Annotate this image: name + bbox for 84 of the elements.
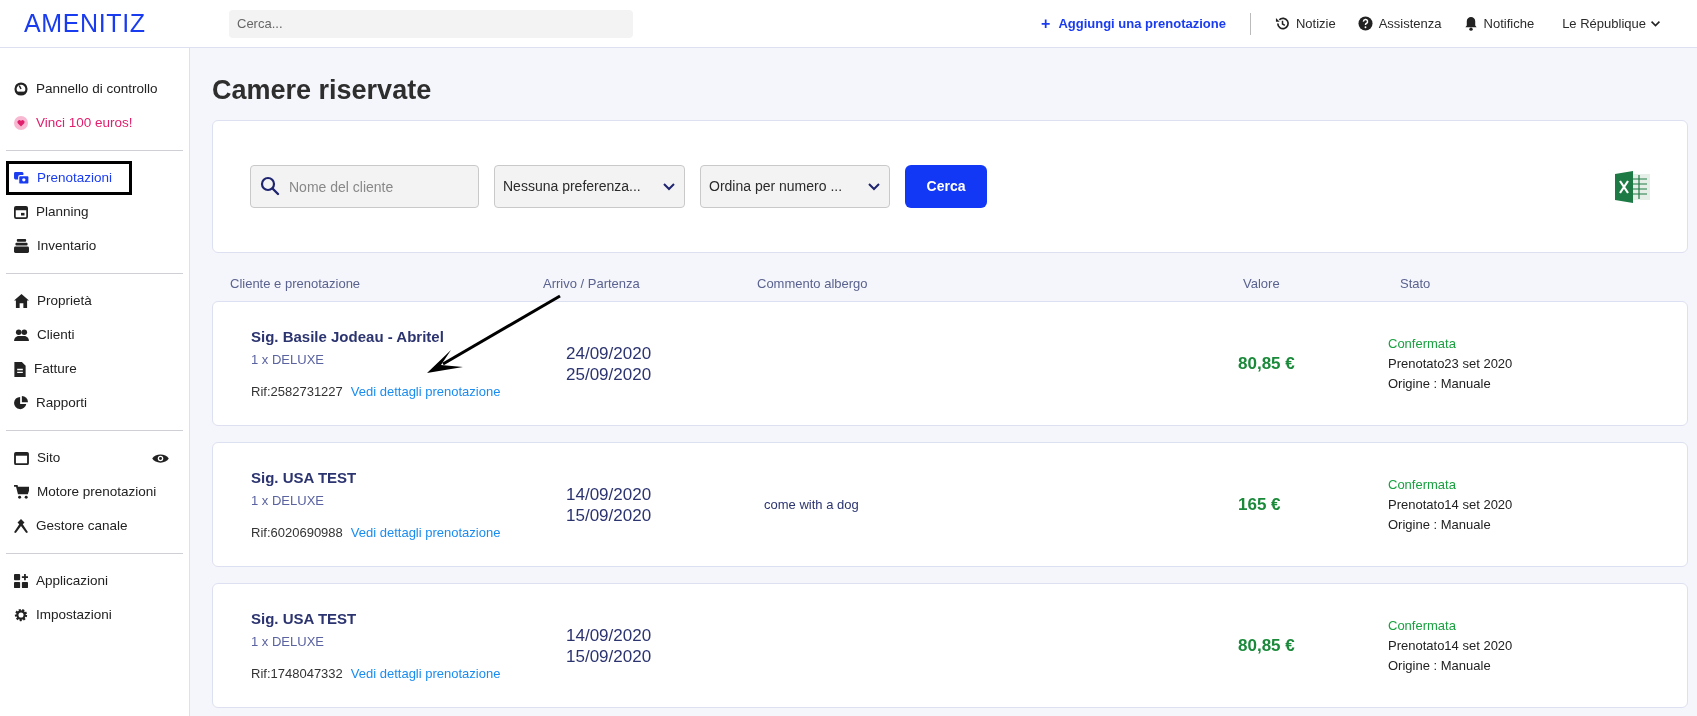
booking-origin: Origine : Manuale <box>1388 515 1492 534</box>
search-button[interactable]: Cerca <box>905 165 987 208</box>
room-type: 1 x DELUXE <box>251 633 325 652</box>
bell-icon <box>1463 16 1478 31</box>
sidebar-item[interactable]: Proprietà <box>6 284 183 318</box>
sidebar-item[interactable]: Prenotazioni <box>6 161 132 195</box>
sidebar-item[interactable]: Planning <box>6 195 183 229</box>
room-type: 1 x DELUXE <box>251 492 325 511</box>
stack-icon <box>14 239 29 253</box>
departure-date: 15/09/2020 <box>566 645 653 667</box>
spreadsheet-export-icon[interactable] <box>1615 170 1651 203</box>
sidebar-item[interactable]: Inventario <box>6 229 183 263</box>
sort-dropdown[interactable]: Ordina per numero ... <box>700 165 890 208</box>
departure-date: 25/09/2020 <box>566 363 653 385</box>
users-icon <box>14 328 29 342</box>
booking-status: Confermata <box>1388 334 1457 353</box>
client-search-field[interactable]: Nome del cliente <box>250 165 479 208</box>
booked-date: Prenotato23 set 2020 <box>1388 354 1514 373</box>
cart-icon <box>14 485 29 499</box>
home-icon <box>14 294 29 308</box>
chevron-down-icon <box>867 181 881 192</box>
guest-name: Sig. USA TEST <box>251 608 358 629</box>
booking-reference: Rif:1748047332 <box>251 664 343 683</box>
sidebar-item[interactable]: Rapporti <box>6 386 183 420</box>
room-type: 1 x DELUXE <box>251 351 325 370</box>
booking-value: 165 € <box>1238 493 1282 516</box>
details-link[interactable]: Vedi dettagli prenotazione <box>350 381 501 402</box>
column-header: Cliente e prenotazione <box>230 274 362 293</box>
browser-window-icon <box>14 451 29 465</box>
arrival-date: 14/09/2020 <box>566 483 653 505</box>
calendar-icon <box>14 205 28 219</box>
booking-status: Confermata <box>1388 475 1457 494</box>
header-link[interactable]: Assistenza <box>1357 13 1442 34</box>
gauge-icon <box>14 82 28 96</box>
page-title: Camere riservate <box>212 74 433 107</box>
column-header: Arrivo / Partenza <box>543 274 641 293</box>
add-booking-link[interactable]: + Aggiungi una prenotazione <box>1041 11 1226 36</box>
property-dropdown[interactable]: Le République <box>1562 13 1661 34</box>
sidebar-item[interactable]: Pannello di controllo <box>6 72 183 106</box>
booking-value: 80,85 € <box>1238 634 1296 657</box>
guest-name: Sig. Basile Jodeau - Abritel <box>251 326 445 347</box>
sidebar-item[interactable]: Applicazioni <box>6 564 183 598</box>
tool-icon <box>14 519 28 533</box>
sidebar-item[interactable]: Vinci 100 euros! <box>6 106 183 140</box>
details-link[interactable]: Vedi dettagli prenotazione <box>350 663 501 684</box>
booking-origin: Origine : Manuale <box>1388 374 1492 393</box>
booked-date: Prenotato14 set 2020 <box>1388 636 1514 655</box>
eye-icon[interactable] <box>152 452 169 464</box>
sidebar-item[interactable]: Fatture <box>6 352 183 386</box>
sidebar-item[interactable]: Clienti <box>6 318 183 352</box>
header-link[interactable]: Notizie <box>1274 13 1336 34</box>
booking-origin: Origine : Manuale <box>1388 656 1492 675</box>
apps-icon <box>14 574 28 588</box>
booking-reference: Rif:6020690988 <box>251 523 343 542</box>
booked-date: Prenotato14 set 2020 <box>1388 495 1514 514</box>
logo[interactable]: AMENITIZ <box>24 4 229 43</box>
document-icon <box>14 361 26 377</box>
header-link[interactable]: Notifiche <box>1463 13 1535 34</box>
preference-dropdown[interactable]: Nessuna preferenza... <box>494 165 685 208</box>
arrival-date: 24/09/2020 <box>566 342 653 364</box>
booking-reference: Rif:2582731227 <box>251 382 343 401</box>
column-header: Valore <box>1243 274 1281 293</box>
history-icon <box>1274 16 1290 31</box>
departure-date: 15/09/2020 <box>566 504 653 526</box>
sidebar-item[interactable]: Gestore canale <box>6 509 183 543</box>
details-link[interactable]: Vedi dettagli prenotazione <box>350 522 501 543</box>
guest-name: Sig. USA TEST <box>251 467 358 488</box>
booking-value: 80,85 € <box>1238 352 1296 375</box>
sidebar-item[interactable]: Sito <box>6 441 183 475</box>
pie-chart-icon <box>14 396 28 410</box>
arrival-date: 14/09/2020 <box>566 624 653 646</box>
sidebar-item[interactable]: Motore prenotazioni <box>6 475 183 509</box>
search-field[interactable]: Cerca... <box>229 9 633 38</box>
booking-status: Confermata <box>1388 616 1457 635</box>
sidebar-item[interactable]: Impostazioni <box>6 598 183 632</box>
chevron-down-icon <box>1650 18 1661 29</box>
column-header: Commento albergo <box>757 274 869 293</box>
help-icon <box>1357 16 1373 31</box>
hotel-comment: come with a dog <box>764 496 859 512</box>
search-icon <box>260 176 280 196</box>
bookings-icon <box>14 171 29 185</box>
chevron-down-icon <box>662 181 676 192</box>
column-header: Stato <box>1400 274 1432 293</box>
settings-icon <box>14 608 28 622</box>
